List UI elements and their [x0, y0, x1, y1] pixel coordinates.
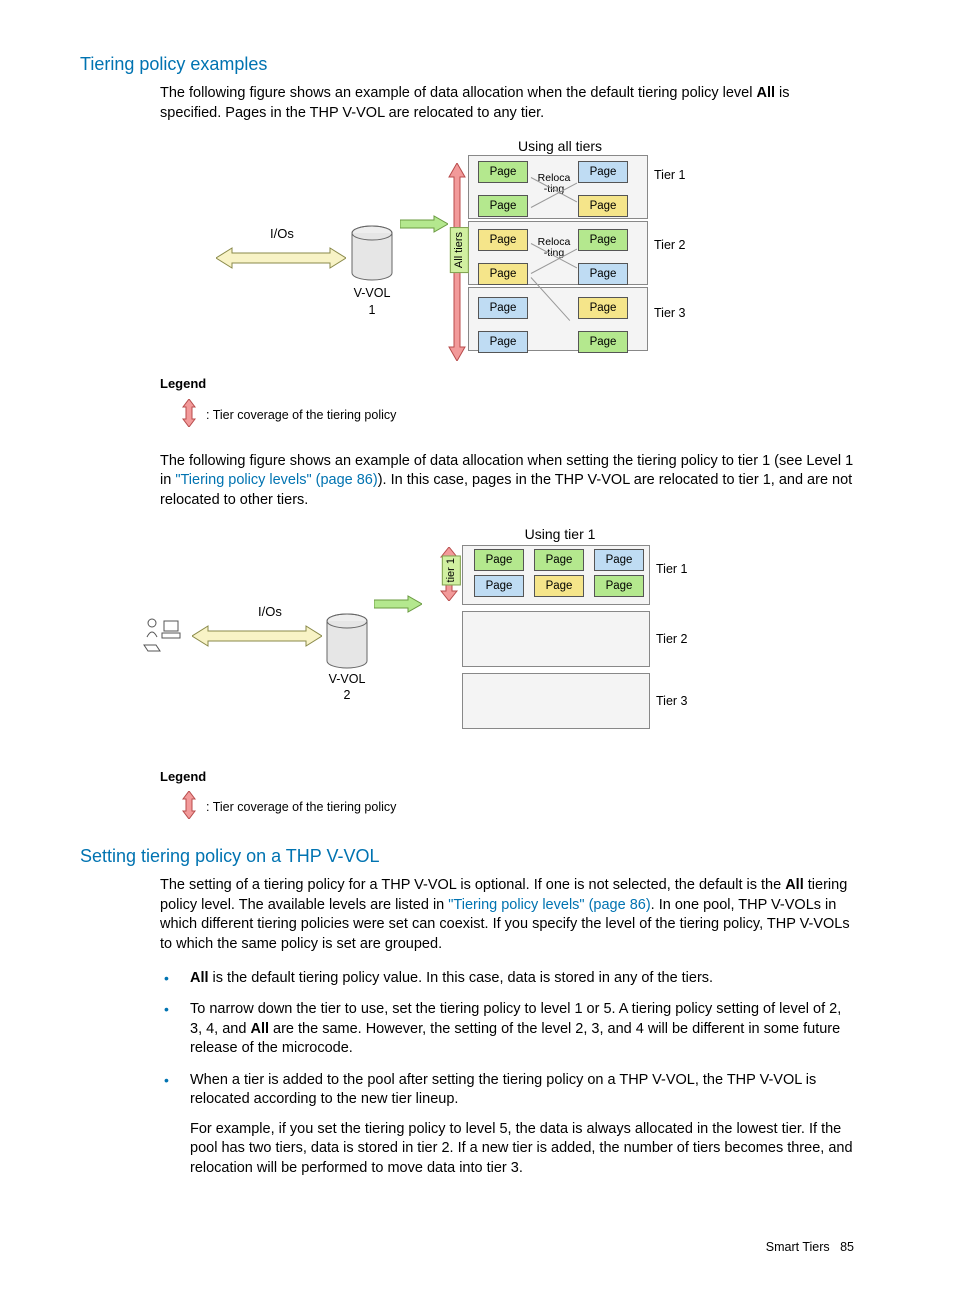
page-footer: Smart Tiers 85 [60, 1239, 854, 1256]
list-item: When a tier is added to the pool after s… [160, 1071, 854, 1179]
legend-text: : Tier coverage of the tiering policy [206, 407, 396, 424]
diagram-using-all-tiers: Using all tiers I/Os V-VOL 1 All tiers P… [180, 137, 760, 367]
io-arrow-icon [192, 625, 322, 647]
tier-label: Tier 2 [656, 631, 716, 648]
relocate-arrow-icon [400, 215, 448, 233]
legend-title: Legend [160, 768, 894, 786]
page-box: Page [478, 331, 528, 353]
page-box: Page [534, 575, 584, 597]
bold-all: All [190, 970, 209, 986]
page-number: 85 [840, 1240, 854, 1254]
vvol-label: V-VOL 2 [317, 671, 377, 705]
text: When a tier is added to the pool after s… [190, 1072, 816, 1108]
vvol-cylinder-icon [350, 225, 394, 281]
page-box: Page [474, 549, 524, 571]
page-column-left: Page Page Page Page Page Page [478, 161, 534, 365]
vvol-cylinder-icon [325, 613, 369, 669]
user-terminal-icon [142, 615, 184, 655]
page-box: Page [478, 161, 528, 183]
io-arrow-icon [216, 247, 346, 269]
ios-label: I/Os [270, 225, 294, 243]
para-2: The following figure shows an example of… [160, 452, 854, 511]
tier-label: Tier 1 [656, 561, 716, 578]
para-3: The setting of a tiering policy for a TH… [160, 876, 854, 954]
tier-frame [462, 611, 650, 667]
ios-label: I/Os [258, 603, 282, 621]
bullet-list: All is the default tiering policy value.… [160, 969, 854, 1179]
list-item: All is the default tiering policy value.… [160, 969, 854, 989]
page-box: Page [478, 195, 528, 217]
tier-frame [462, 673, 650, 729]
page-box: Page [594, 575, 644, 597]
page-box: Page [578, 297, 628, 319]
diagram-title: Using all tiers [490, 137, 630, 156]
section-heading-setting: Setting tiering policy on a THP V-VOL [80, 844, 894, 868]
tier-label: Tier 3 [654, 305, 714, 322]
tier-coverage-label: All tiers [450, 227, 469, 273]
legend: Legend : Tier coverage of the tiering po… [160, 768, 894, 824]
legend-text: : Tier coverage of the tiering policy [206, 799, 396, 816]
list-item-extra: For example, if you set the tiering poli… [190, 1120, 854, 1179]
legend: Legend : Tier coverage of the tiering po… [160, 375, 894, 431]
bold-all: All [756, 85, 775, 101]
page-column-right: Page Page Page Page Page Page [578, 161, 634, 365]
list-item: To narrow down the tier to use, set the … [160, 1000, 854, 1059]
page-box: Page [594, 549, 644, 571]
page-box: Page [534, 549, 584, 571]
section-heading-examples: Tiering policy examples [80, 52, 894, 76]
page-box: Page [478, 229, 528, 251]
page-row: Page Page Page [474, 575, 644, 597]
page-box: Page [478, 263, 528, 285]
legend-arrow-icon [182, 791, 196, 824]
page-box: Page [578, 263, 628, 285]
link-tiering-policy-levels[interactable]: "Tiering policy levels" (page 86) [175, 472, 377, 488]
tier-label: Tier 2 [654, 237, 714, 254]
vvol-label: V-VOL 1 [342, 285, 402, 319]
page-box: Page [478, 297, 528, 319]
page-box: Page [578, 195, 628, 217]
tier-coverage-label: tier 1 [442, 555, 461, 585]
page-box: Page [578, 161, 628, 183]
bold-all: All [250, 1021, 269, 1037]
relocation-line [531, 278, 571, 322]
text: The following figure shows an example of… [160, 85, 756, 101]
page-box: Page [578, 229, 628, 251]
bold-all: All [785, 877, 804, 893]
page-box: Page [474, 575, 524, 597]
legend-title: Legend [160, 375, 894, 393]
diagram-using-tier-1: Using tier 1 I/Os V-VOL 2 tier 1 Page Pa… [180, 525, 760, 760]
footer-title: Smart Tiers [766, 1240, 830, 1254]
text: is the default tiering policy value. In … [209, 970, 714, 986]
link-tiering-policy-levels[interactable]: "Tiering policy levels" (page 86) [448, 897, 650, 913]
text: are the same. However, the setting of th… [190, 1021, 840, 1057]
page-box: Page [578, 331, 628, 353]
text: The setting of a tiering policy for a TH… [160, 877, 785, 893]
relocating-label: Reloca -ting [534, 173, 574, 195]
tier-label: Tier 1 [654, 167, 714, 184]
tier-label: Tier 3 [656, 693, 716, 710]
diagram-title: Using tier 1 [500, 525, 620, 544]
legend-arrow-icon [182, 399, 196, 432]
relocate-arrow-icon [374, 595, 422, 613]
page-row: Page Page Page [474, 549, 644, 571]
para-1: The following figure shows an example of… [160, 84, 854, 123]
